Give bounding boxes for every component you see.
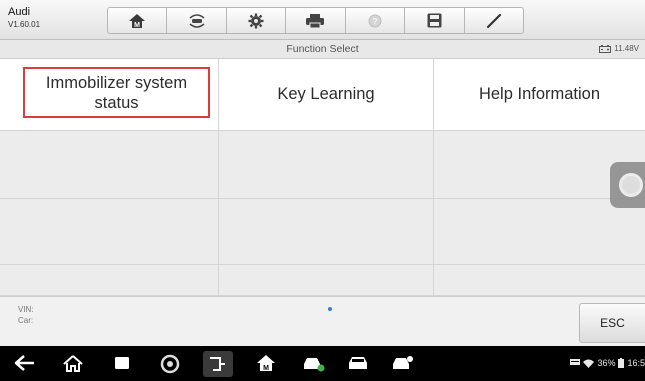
help-button[interactable]: ?: [346, 8, 406, 33]
back-icon[interactable]: [14, 354, 36, 372]
floating-assistive-button[interactable]: [610, 162, 645, 208]
empty-cell: [0, 265, 219, 296]
battery-voltage: 11.48V: [614, 44, 639, 53]
empty-cell: [219, 199, 434, 265]
help-icon: ?: [368, 14, 382, 27]
function-cell-key-learning[interactable]: Key Learning: [219, 59, 434, 131]
app-version: V1.60.01: [8, 20, 41, 29]
vehicle-battery-indicator: 11.48V: [599, 44, 639, 53]
system-navigation-bar: M 36% 16:5: [0, 346, 645, 381]
home-button[interactable]: M: [108, 8, 168, 33]
page-title: Function Select: [286, 43, 359, 55]
function-grid: Immobilizer system status Key Learning H…: [0, 59, 645, 296]
car-battery-icon: [599, 44, 612, 53]
toolbar-button-group: M ?: [107, 7, 524, 34]
message-icon: [570, 359, 581, 365]
empty-cell: [219, 265, 434, 296]
car-diagnostics-icon[interactable]: [347, 354, 369, 372]
recent-apps-icon[interactable]: [112, 354, 132, 372]
android-home-icon[interactable]: [62, 354, 84, 372]
vehicle-swap-button[interactable]: [167, 8, 227, 33]
empty-cell: [434, 265, 645, 296]
vci-connect-icon[interactable]: [203, 351, 233, 377]
battery-icon: [618, 358, 625, 368]
remote-desk-icon[interactable]: [391, 354, 415, 372]
esc-button[interactable]: ESC: [579, 303, 645, 343]
maxisys-home-icon[interactable]: M: [256, 354, 276, 372]
settings-button[interactable]: [227, 8, 287, 33]
empty-cell: [434, 199, 645, 265]
pen-icon: [486, 13, 501, 28]
save-icon: [427, 13, 442, 28]
save-button[interactable]: [405, 8, 465, 33]
android-status-area: 36% 16:5: [570, 358, 645, 368]
function-title-bar: Function Select 11.48V: [0, 40, 645, 59]
function-label: Immobilizer system status: [45, 73, 188, 112]
vehicle-swap-icon: [189, 13, 205, 28]
function-cell-immobilizer-status[interactable]: Immobilizer system status: [0, 59, 219, 131]
footer-bar: VIN: Car: ESC: [0, 296, 645, 346]
car-label: Car:: [18, 316, 34, 325]
print-icon: [306, 13, 325, 28]
empty-cell: [219, 131, 434, 199]
vehicle-service-icon[interactable]: [302, 354, 326, 372]
function-label: Key Learning: [277, 85, 375, 103]
top-toolbar: Audi V1.60.01 M ?: [0, 0, 645, 40]
empty-cell: [0, 199, 219, 265]
svg-text:?: ?: [372, 16, 378, 26]
page-indicator-dot: [328, 307, 332, 311]
settings-icon: [248, 13, 264, 28]
battery-percent: 36%: [597, 358, 616, 368]
pen-button[interactable]: [465, 8, 523, 33]
function-cell-help-information[interactable]: Help Information: [434, 59, 645, 131]
wifi-icon: [583, 359, 595, 368]
empty-cell: [0, 131, 219, 199]
app-name: Audi: [8, 6, 31, 18]
svg-text:M: M: [134, 22, 140, 29]
function-label: Help Information: [478, 85, 601, 103]
floating-ring-icon: [619, 173, 643, 197]
selected-highlight: Immobilizer system status: [23, 67, 210, 118]
clock: 16:5: [627, 358, 645, 368]
home-icon: M: [129, 13, 146, 29]
svg-text:M: M: [263, 365, 269, 372]
print-button[interactable]: [286, 8, 346, 33]
chrome-browser-icon[interactable]: [160, 354, 180, 374]
vin-label: VIN:: [18, 305, 34, 314]
